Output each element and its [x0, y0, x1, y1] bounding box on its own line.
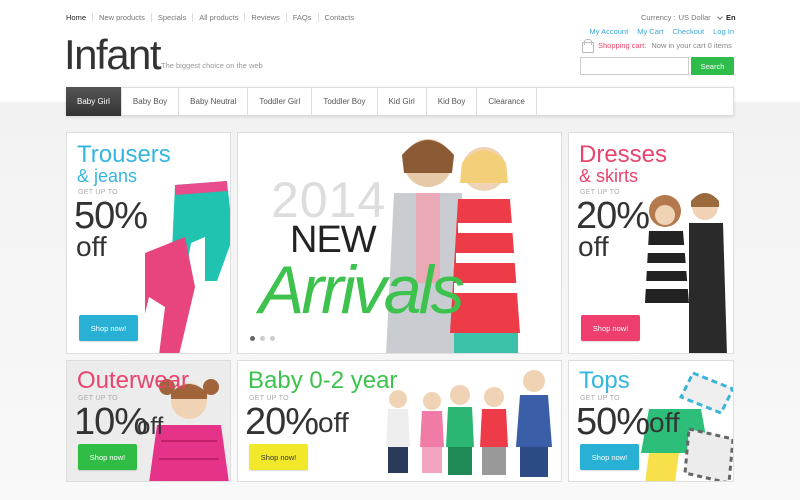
my-account-link[interactable]: My Account	[589, 27, 628, 36]
hero-slider[interactable]: 2014 NEW Arrivals	[237, 132, 562, 354]
top-nav-home[interactable]: Home	[66, 13, 92, 22]
currency-selector[interactable]: Currency : US Dollar	[641, 13, 728, 22]
banner-tops-title: Tops	[579, 367, 630, 394]
menu-item-baby-boy[interactable]: Baby Boy	[122, 88, 180, 115]
shop-now-button-trousers[interactable]: Shop now!	[79, 315, 138, 341]
cart-status: Now in your cart 0 items	[651, 40, 732, 50]
shop-now-button-dresses[interactable]: Shop now!	[581, 315, 640, 341]
menu-item-toddler-boy[interactable]: Toddler Boy	[312, 88, 378, 115]
slider-pagination	[250, 336, 275, 341]
site-logo[interactable]: Infant	[64, 31, 162, 79]
top-nav-contacts[interactable]: Contacts	[317, 13, 361, 22]
slider-dot-2[interactable]	[260, 336, 265, 341]
banner-outerwear-off: off	[137, 413, 164, 440]
menu-item-toddler-girl[interactable]: Toddler Girl	[248, 88, 313, 115]
menu-item-kid-girl[interactable]: Kid Girl	[378, 88, 427, 115]
banner-baby-off: off	[318, 407, 349, 438]
cart-label: Shopping cart:	[598, 40, 647, 50]
hero-arrivals: Arrivals	[259, 252, 465, 328]
banner-trousers-title: Trousers	[77, 141, 171, 168]
top-nav-all-products[interactable]: All products	[192, 13, 244, 22]
banner-trousers-subtitle: & jeans	[77, 166, 138, 186]
banner-tops-percent: 50%	[576, 401, 650, 443]
shop-now-button-baby[interactable]: Shop now!	[249, 444, 308, 470]
menu-item-baby-girl[interactable]: Baby Girl	[66, 87, 122, 116]
checkout-link[interactable]: Checkout	[672, 27, 704, 36]
banner-trousers-percent: 50%	[74, 195, 148, 237]
shopping-cart-summary[interactable]: Shopping cart: Now in your cart 0 items	[580, 38, 732, 53]
shop-now-button-outerwear[interactable]: Shop now!	[78, 444, 137, 470]
menu-item-kid-boy[interactable]: Kid Boy	[427, 88, 478, 115]
shopping-bag-icon	[580, 38, 594, 53]
banner-baby-percent: 20%	[245, 401, 319, 443]
chevron-down-icon	[716, 13, 723, 20]
site-tagline: The biggest choice on the web	[161, 61, 263, 70]
banner-outerwear[interactable]: Outerwear GET UP TO 10% off Shop now!	[66, 360, 231, 482]
banner-dresses-percent: 20%	[576, 195, 650, 237]
banner-dresses-off: off	[578, 231, 609, 262]
top-nav-new-products[interactable]: New products	[92, 13, 151, 22]
banner-trousers[interactable]: Trousers & jeans GET UP TO 50% off Shop …	[66, 132, 231, 354]
menu-item-clearance[interactable]: Clearance	[477, 88, 537, 115]
banner-baby-title: Baby 0-2 year	[248, 367, 398, 394]
trousers-image	[145, 181, 230, 353]
account-links: My Account My Cart Checkout Log In	[589, 27, 734, 36]
top-nav-faqs[interactable]: FAQs	[285, 13, 318, 22]
slider-dot-1[interactable]	[250, 336, 255, 341]
banner-tops[interactable]: Tops GET UP TO 50% off Shop now!	[568, 360, 734, 482]
menu-item-baby-neutral[interactable]: Baby Neutral	[179, 88, 249, 115]
banner-dresses-subtitle: & skirts	[579, 166, 639, 186]
top-nav-specials[interactable]: Specials	[150, 13, 192, 22]
top-nav: Home New products Specials All products …	[66, 13, 360, 22]
search-button[interactable]: Search	[691, 57, 734, 75]
shop-now-button-tops[interactable]: Shop now!	[580, 444, 639, 470]
banner-dresses[interactable]: Dresses & skirts GET UP TO 20% off Shop …	[568, 132, 734, 354]
banner-baby[interactable]: Baby 0-2 year GET UP TO 20% off Shop now…	[237, 360, 562, 482]
slider-dot-3[interactable]	[270, 336, 275, 341]
banner-dresses-title: Dresses	[579, 141, 668, 168]
search-input[interactable]	[580, 57, 689, 75]
banner-trousers-off: off	[76, 231, 107, 262]
language-selector[interactable]: En	[726, 13, 736, 22]
top-nav-reviews[interactable]: Reviews	[244, 13, 285, 22]
my-cart-link[interactable]: My Cart	[637, 27, 663, 36]
category-menu: Baby Girl Baby Boy Baby Neutral Toddler …	[66, 87, 734, 116]
log-in-link[interactable]: Log In	[713, 27, 734, 36]
currency-label: Currency :	[641, 13, 676, 22]
banner-tops-off: off	[649, 407, 680, 438]
currency-value: US Dollar	[678, 13, 711, 22]
babies-image	[386, 370, 552, 477]
banner-outerwear-title: Outerwear	[77, 367, 190, 394]
